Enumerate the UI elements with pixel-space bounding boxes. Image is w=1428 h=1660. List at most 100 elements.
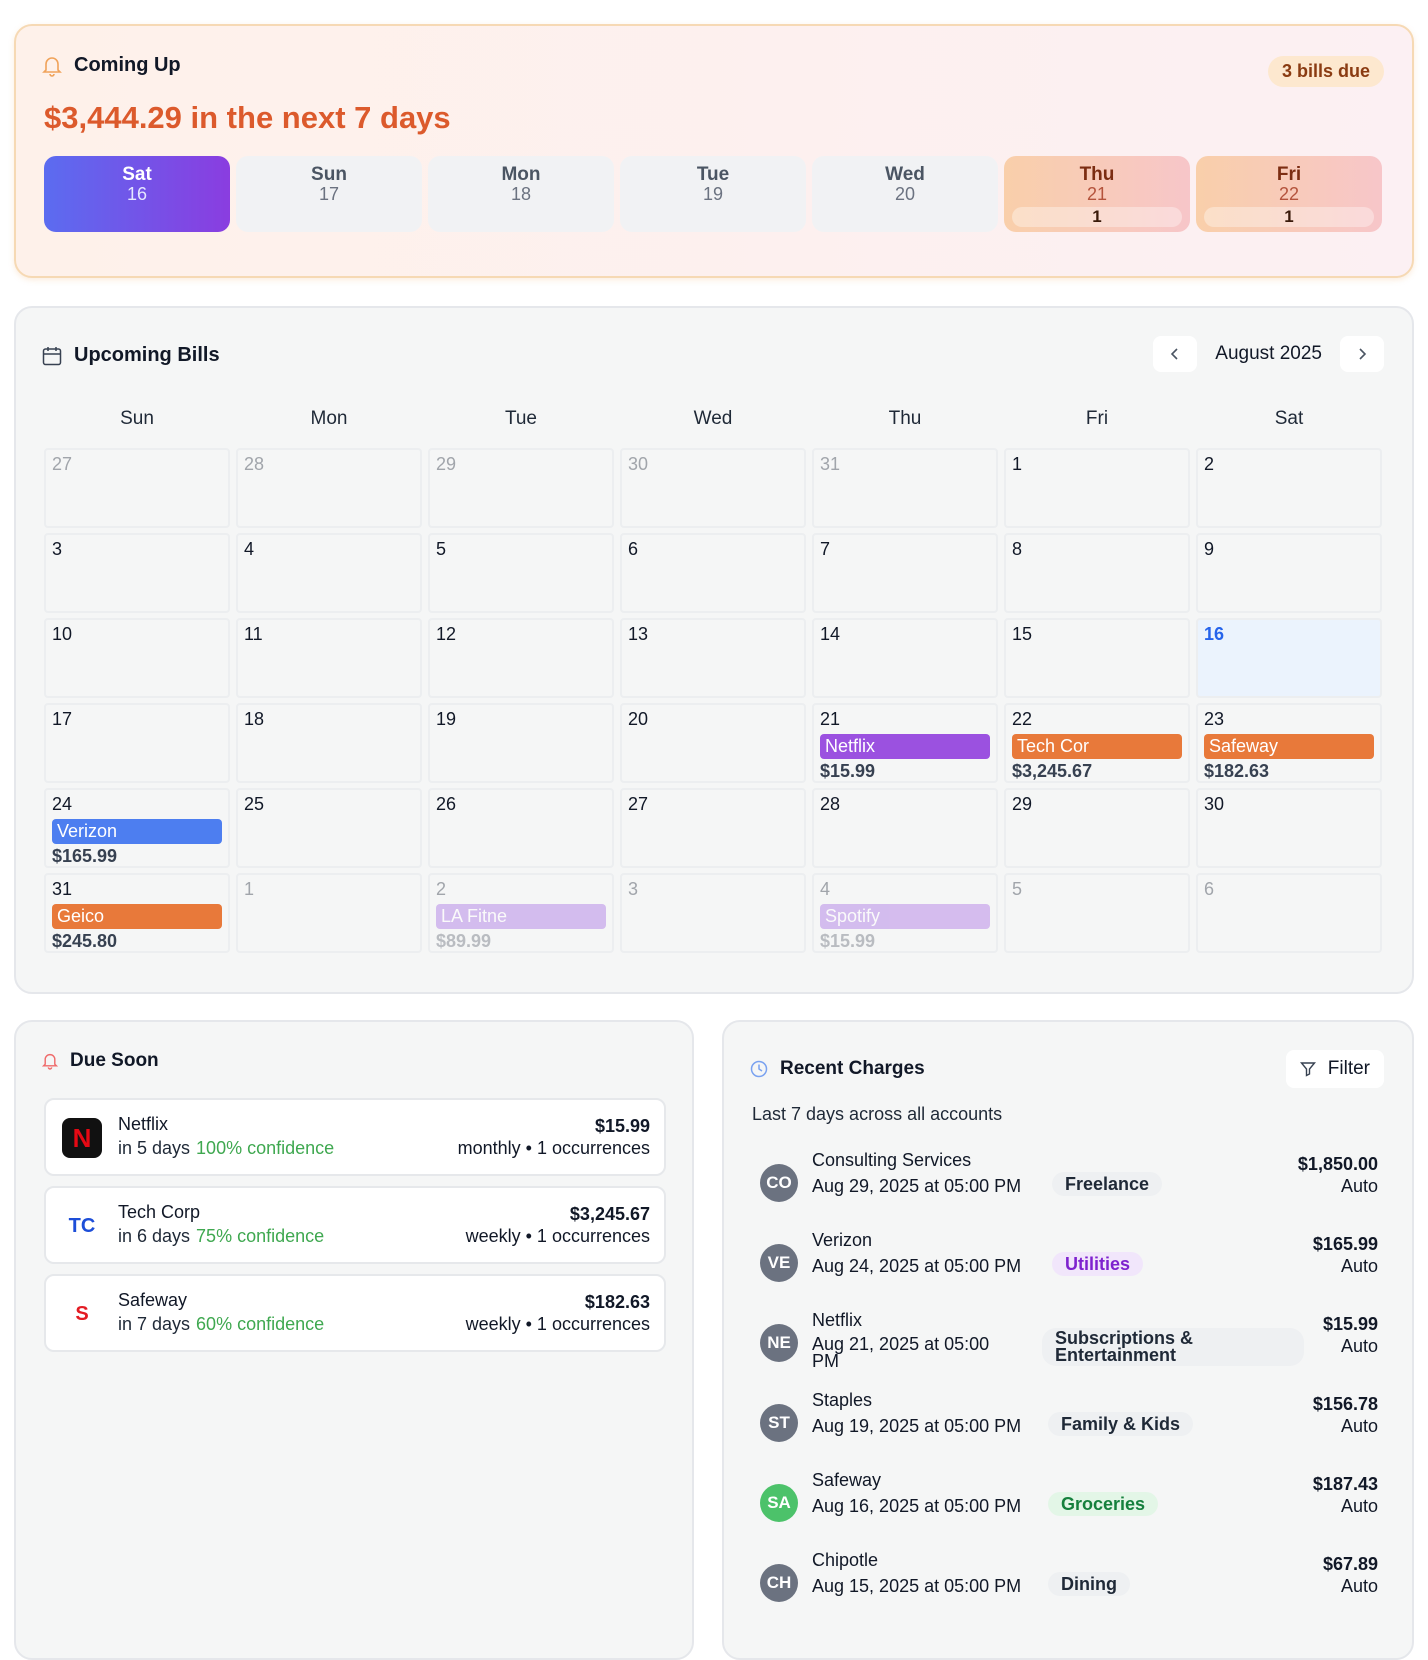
calendar-day-cell[interactable]: 28	[812, 788, 998, 868]
calendar-day-cell[interactable]: 11	[236, 618, 422, 698]
calendar-day-cell[interactable]: 27	[620, 788, 806, 868]
calendar-day-cell[interactable]: 20	[620, 703, 806, 783]
weekday-header: Sun Mon Tue Wed Thu Fri Sat	[44, 408, 1382, 430]
charge-row[interactable]: SA Safeway Aug 16, 2025 at 05:00 PM Groceri…	[760, 1470, 1378, 1542]
strip-day[interactable]: Thu 21 1	[1004, 156, 1190, 232]
calendar-day-cell[interactable]: 23 Safeway $182.63	[1196, 703, 1382, 783]
strip-day[interactable]: Sun 17	[236, 156, 422, 232]
coming-up-header: Coming Up	[42, 54, 181, 77]
charge-row[interactable]: CO Consulting Services Aug 29, 2025 at 05:…	[760, 1150, 1378, 1222]
category-tag[interactable]: Freelance	[1052, 1172, 1163, 1196]
due-bill-item[interactable]: S Safeway in 7 days 60% confidence $182.63 we…	[44, 1274, 666, 1352]
bill-frequency: weekly • 1 occurrences	[465, 1226, 650, 1246]
calendar-day-cell[interactable]: 2 LA Fitne $89.99	[428, 873, 614, 953]
calendar-day-cell[interactable]: 3	[620, 873, 806, 953]
calendar-day-cell[interactable]: 4	[236, 533, 422, 613]
calendar-day-cell[interactable]: 21 Netflix $15.99	[812, 703, 998, 783]
charge-name: Netflix	[812, 1310, 863, 1330]
calendar-day-cell[interactable]: 24 Verizon $165.99	[44, 788, 230, 868]
bill-amount: $3,245.67	[569, 1204, 650, 1224]
category-tag[interactable]: Groceries	[1048, 1492, 1159, 1516]
calendar-day-cell[interactable]: 19	[428, 703, 614, 783]
strip-day[interactable]: Wed 20	[812, 156, 998, 232]
charge-date: Aug 29, 2025 at 05:00 PM	[812, 1176, 1022, 1196]
calendar-day-cell[interactable]: 25	[236, 788, 422, 868]
calendar-day-cell[interactable]: 8	[1004, 533, 1190, 613]
charge-row[interactable]: ST Staples Aug 19, 2025 at 05:00 PM Family …	[760, 1390, 1378, 1462]
charge-row[interactable]: VE Verizon Aug 24, 2025 at 05:00 PM Utiliti…	[760, 1230, 1378, 1302]
bill-event[interactable]: Netflix	[820, 734, 990, 759]
calendar-day-cell[interactable]: 22 Tech Cor $3,245.67	[1004, 703, 1190, 783]
bill-name: Tech Corp	[118, 1202, 201, 1222]
category-tag[interactable]: Family & Kids	[1048, 1412, 1194, 1436]
due-bill-item[interactable]: N Netflix in 5 days 100% confidence $15.99 mo…	[44, 1098, 666, 1176]
calendar-day-cell[interactable]: 30	[620, 448, 806, 528]
avatar: CH	[760, 1564, 798, 1602]
category-tag[interactable]: Subscriptions & Entertainment	[1042, 1328, 1304, 1366]
calendar-day-cell[interactable]: 16	[1196, 618, 1382, 698]
calendar-day-cell[interactable]: 9	[1196, 533, 1382, 613]
calendar-day-cell[interactable]: 1	[1004, 448, 1190, 528]
day-number: 17	[52, 709, 73, 729]
calendar-day-cell[interactable]: 1	[236, 873, 422, 953]
next-month-button[interactable]	[1340, 336, 1384, 372]
charge-row[interactable]: NE Netflix Aug 21, 2025 at 05:00 PM Subscri…	[760, 1310, 1378, 1382]
strip-day[interactable]: Mon 18	[428, 156, 614, 232]
day-number: 27	[52, 454, 73, 474]
due-bill-item[interactable]: TC Tech Corp in 6 days 75% confidence $3,245…	[44, 1186, 666, 1264]
calendar-day-cell[interactable]: 2	[1196, 448, 1382, 528]
calendar-day-cell[interactable]: 26	[428, 788, 614, 868]
calendar-day-cell[interactable]: 29	[1004, 788, 1190, 868]
calendar-day-cell[interactable]: 29	[428, 448, 614, 528]
calendar-day-cell[interactable]: 7	[812, 533, 998, 613]
calendar-day-cell[interactable]: 5	[1004, 873, 1190, 953]
calendar-day-cell[interactable]: 31 Geico $245.80	[44, 873, 230, 953]
charge-amount: $15.99	[1322, 1314, 1378, 1334]
calendar-day-cell[interactable]: 12	[428, 618, 614, 698]
weekday-label: Fri	[1085, 408, 1109, 429]
calendar-day-cell[interactable]: 10	[44, 618, 230, 698]
calendar-day-cell[interactable]: 31	[812, 448, 998, 528]
calendar-title: Upcoming Bills	[74, 344, 220, 366]
calendar-day-cell[interactable]: 4 Spotify $15.99	[812, 873, 998, 953]
calendar-day-cell[interactable]: 5	[428, 533, 614, 613]
strip-day[interactable]: Fri 22 1	[1196, 156, 1382, 232]
prev-month-button[interactable]	[1153, 336, 1198, 372]
calendar-day-cell[interactable]: 27	[44, 448, 230, 528]
bill-event[interactable]: Spotify	[820, 904, 990, 929]
day-number: 24	[52, 794, 73, 814]
day-number: 15	[1012, 624, 1033, 644]
strip-day-count: 1	[1204, 207, 1374, 227]
day-number: 5	[1012, 879, 1023, 899]
calendar-day-cell[interactable]: 30	[1196, 788, 1382, 868]
calendar-day-cell[interactable]: 6	[620, 533, 806, 613]
calendar-day-cell[interactable]: 17	[44, 703, 230, 783]
bill-event[interactable]: Verizon	[52, 819, 222, 844]
bill-event[interactable]: LA Fitne	[436, 904, 606, 929]
strip-day[interactable]: Tue 19	[620, 156, 806, 232]
filter-button[interactable]: Filter	[1285, 1050, 1384, 1088]
category-tag[interactable]: Utilities	[1052, 1252, 1144, 1276]
calendar-day-cell[interactable]: 6	[1196, 873, 1382, 953]
calendar-day-cell[interactable]: 13	[620, 618, 806, 698]
category-tag[interactable]: Dining	[1048, 1572, 1130, 1596]
calendar-day-cell[interactable]: 3	[44, 533, 230, 613]
bill-amount: $3,245.67	[1012, 761, 1093, 781]
bill-event[interactable]: Safeway	[1204, 734, 1374, 759]
bill-frequency: weekly • 1 occurrences	[465, 1314, 650, 1334]
bill-due-info: in 5 days 100% confidence	[118, 1138, 334, 1159]
safeway-logo: S	[62, 1294, 102, 1334]
charge-row[interactable]: CH Chipotle Aug 15, 2025 at 05:00 PM Dining…	[760, 1550, 1378, 1622]
strip-day[interactable]: Sat 16	[44, 156, 230, 232]
charge-name: Staples	[812, 1390, 873, 1410]
bill-due-when: in 5 days	[118, 1138, 191, 1158]
avatar: ST	[760, 1404, 798, 1442]
calendar-day-cell[interactable]: 15	[1004, 618, 1190, 698]
bill-event[interactable]: Tech Cor	[1012, 734, 1182, 759]
calendar-day-cell[interactable]: 18	[236, 703, 422, 783]
strip-day-name: Wed	[885, 164, 925, 185]
calendar-grid: 27 28 29 30 31 1 2 3 4 5 6 7 8 9 10 11 12 13 14 15 16 17 18 19 2…	[44, 448, 1382, 953]
calendar-day-cell[interactable]: 14	[812, 618, 998, 698]
bill-event[interactable]: Geico	[52, 904, 222, 929]
calendar-day-cell[interactable]: 28	[236, 448, 422, 528]
